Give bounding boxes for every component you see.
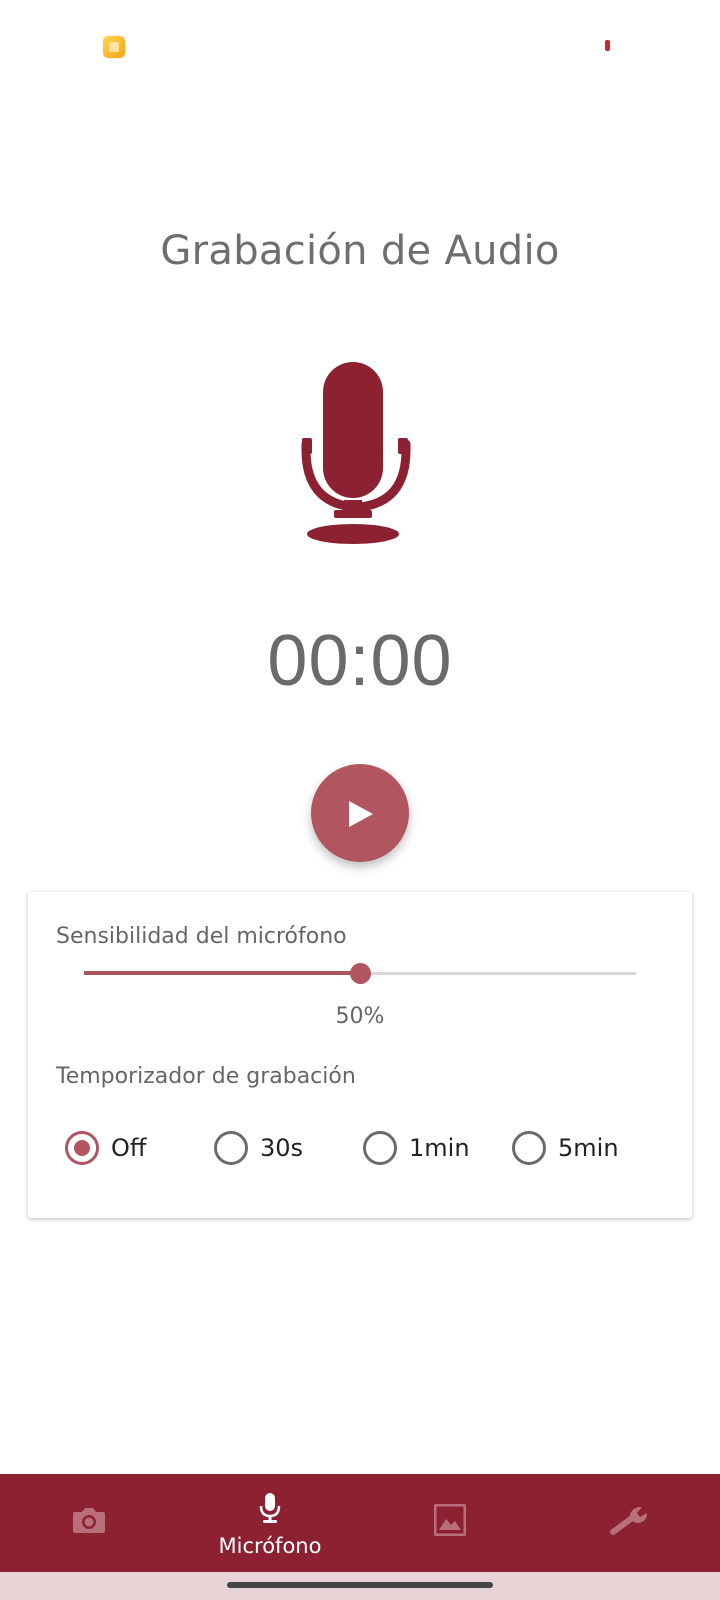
microphone-icon — [259, 1493, 281, 1523]
radio-label: Off — [111, 1134, 147, 1162]
play-icon — [349, 801, 373, 827]
gallery-icon — [434, 1504, 466, 1536]
system-navigation-area — [0, 1572, 720, 1600]
radio-button[interactable] — [363, 1131, 397, 1165]
app-notification-icon — [103, 36, 125, 58]
radio-label: 5min — [558, 1134, 619, 1162]
nav-item-microphone[interactable]: Micrófono — [180, 1474, 360, 1572]
recording-timer: 00:00 — [267, 621, 453, 701]
timer-option-off[interactable]: Off — [65, 1126, 146, 1170]
play-button[interactable] — [311, 764, 409, 862]
nav-item-label: Micrófono — [218, 1534, 322, 1558]
radio-label: 30s — [260, 1134, 304, 1162]
timer-option-30s[interactable]: 30s — [214, 1126, 303, 1170]
timer-option-5min[interactable]: 5min — [512, 1126, 619, 1170]
nav-item-camera[interactable] — [0, 1474, 180, 1572]
timer-options: Off 30s 1min 5min — [28, 1126, 692, 1170]
sensitivity-slider[interactable] — [84, 958, 636, 988]
app-screen: Grabación de Audio 00:00 Sensibilidad de… — [0, 0, 720, 1600]
bottom-navigation: Micrófono — [0, 1474, 720, 1572]
home-indicator[interactable] — [227, 1582, 493, 1588]
nav-item-gallery[interactable] — [360, 1474, 540, 1572]
radio-button[interactable] — [512, 1131, 546, 1165]
settings-card: Sensibilidad del micrófono 50% Temporiza… — [28, 892, 692, 1218]
sensitivity-label: Sensibilidad del micrófono — [56, 924, 347, 949]
microphone-icon — [300, 362, 420, 552]
page-title: Grabación de Audio — [160, 228, 560, 274]
timer-option-1min[interactable]: 1min — [363, 1126, 470, 1170]
timer-label: Temporizador de grabación — [56, 1064, 356, 1089]
radio-button[interactable] — [65, 1131, 99, 1165]
sensitivity-value: 50% — [335, 1004, 385, 1029]
wrench-icon — [610, 1506, 647, 1535]
slider-fill — [84, 971, 360, 975]
nav-item-settings[interactable] — [540, 1474, 720, 1572]
camera-icon — [73, 1508, 105, 1533]
radio-button[interactable] — [214, 1131, 248, 1165]
radio-label: 1min — [409, 1134, 470, 1162]
slider-thumb[interactable] — [350, 963, 371, 984]
recording-indicator-icon — [605, 40, 610, 51]
